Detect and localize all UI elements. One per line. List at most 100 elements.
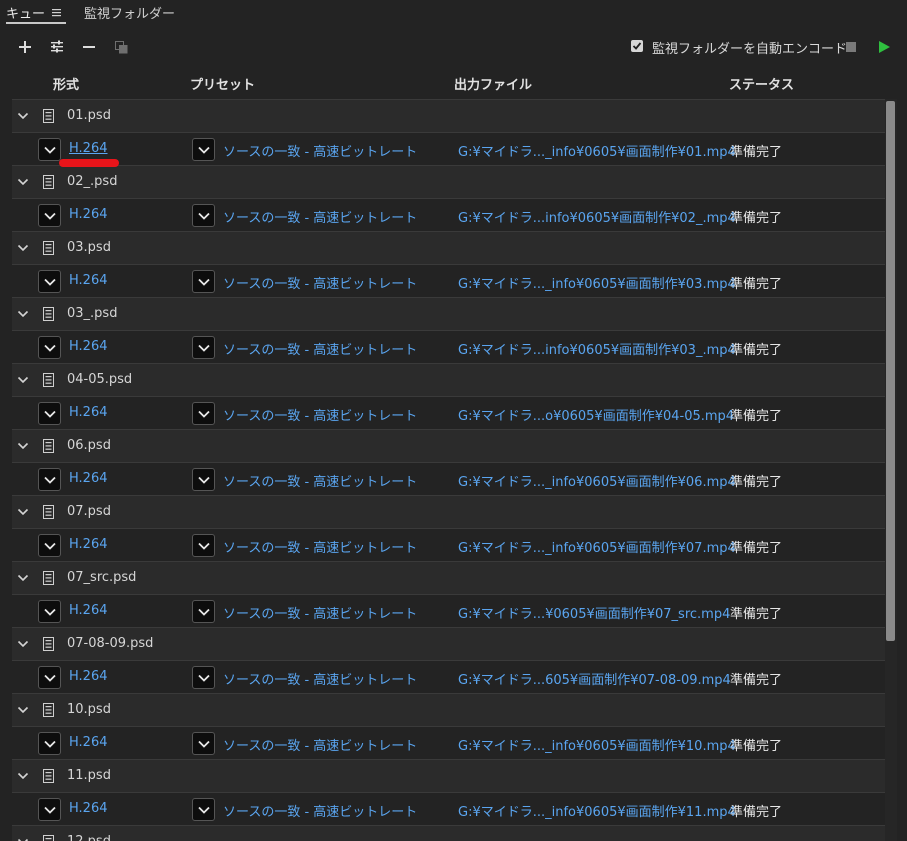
preset-dropdown-button[interactable] — [192, 534, 215, 557]
chevron-down-icon[interactable] — [17, 440, 29, 452]
chevron-down-icon[interactable] — [17, 638, 29, 650]
preset-link[interactable]: ソースの一致 - 高速ビットレート — [223, 603, 417, 622]
source-row[interactable]: 06.psd — [12, 430, 885, 463]
add-source-button[interactable] — [16, 38, 34, 56]
format-dropdown-button[interactable] — [38, 468, 61, 491]
format-link[interactable]: H.264 — [69, 405, 108, 420]
output-file-link[interactable]: G:¥マイドラ..._info¥0605¥画面制作¥03.mp4 — [458, 273, 736, 292]
format-dropdown-button[interactable] — [38, 270, 61, 293]
source-row[interactable]: 03_.psd — [12, 298, 885, 331]
output-file-link[interactable]: G:¥マイドラ..._info¥0605¥画面制作¥11.mp4 — [458, 801, 736, 820]
duplicate-button[interactable] — [112, 38, 130, 56]
source-row[interactable]: 07_src.psd — [12, 562, 885, 595]
output-row[interactable]: H.264 ソースの一致 - 高速ビットレート G:¥マイドラ...info¥060… — [12, 199, 885, 232]
source-row[interactable]: 03.psd — [12, 232, 885, 265]
preset-dropdown-button[interactable] — [192, 336, 215, 359]
output-file-link[interactable]: G:¥マイドラ...o¥0605¥画面制作¥04-05.mp4 — [458, 405, 734, 424]
format-dropdown-button[interactable] — [38, 534, 61, 557]
chevron-down-icon[interactable] — [17, 572, 29, 584]
source-row[interactable]: 02_.psd — [12, 166, 885, 199]
preset-link[interactable]: ソースの一致 - 高速ビットレート — [223, 669, 417, 688]
start-queue-button[interactable] — [875, 38, 893, 56]
format-link[interactable]: H.264 — [69, 471, 108, 486]
preset-dropdown-button[interactable] — [192, 732, 215, 755]
source-row[interactable]: 10.psd — [12, 694, 885, 727]
output-file-link[interactable]: G:¥マイドラ...605¥画面制作¥07-08-09.mp4 — [458, 669, 731, 688]
remove-button[interactable] — [80, 38, 98, 56]
format-link[interactable]: H.264 — [69, 273, 108, 288]
source-row[interactable]: 07-08-09.psd — [12, 628, 885, 661]
chevron-down-icon[interactable] — [17, 836, 29, 841]
format-link[interactable]: H.264 — [69, 669, 108, 684]
source-row[interactable]: 12.psd — [12, 826, 885, 841]
menu-icon[interactable] — [52, 6, 61, 21]
preset-dropdown-button[interactable] — [192, 798, 215, 821]
format-dropdown-button[interactable] — [38, 402, 61, 425]
source-row[interactable]: 04-05.psd — [12, 364, 885, 397]
format-link[interactable]: H.264 — [69, 537, 108, 552]
preset-link[interactable]: ソースの一致 - 高速ビットレート — [223, 537, 417, 556]
chevron-down-icon[interactable] — [17, 176, 29, 188]
chevron-down-icon[interactable] — [17, 374, 29, 386]
output-row[interactable]: H.264 ソースの一致 - 高速ビットレート G:¥マイドラ..._info¥06… — [12, 793, 885, 826]
preset-dropdown-button[interactable] — [192, 666, 215, 689]
output-file-link[interactable]: G:¥マイドラ...info¥0605¥画面制作¥02_.mp4 — [458, 207, 736, 226]
format-link[interactable]: H.264 — [69, 801, 108, 816]
format-dropdown-button[interactable] — [38, 798, 61, 821]
output-row[interactable]: H.264 ソースの一致 - 高速ビットレート G:¥マイドラ...¥0605¥画面… — [12, 595, 885, 628]
chevron-down-icon[interactable] — [17, 110, 29, 122]
output-row[interactable]: H.264 ソースの一致 - 高速ビットレート G:¥マイドラ..._info¥06… — [12, 727, 885, 760]
output-file-link[interactable]: G:¥マイドラ...info¥0605¥画面制作¥03_.mp4 — [458, 339, 736, 358]
format-link[interactable]: H.264 — [69, 339, 108, 354]
preset-link[interactable]: ソースの一致 - 高速ビットレート — [223, 405, 417, 424]
output-row[interactable]: H.264 ソースの一致 - 高速ビットレート G:¥マイドラ...605¥画面制作… — [12, 661, 885, 694]
output-row[interactable]: H.264 ソースの一致 - 高速ビットレート G:¥マイドラ..._info¥06… — [12, 463, 885, 496]
output-file-link[interactable]: G:¥マイドラ...¥0605¥画面制作¥07_src.mp4 — [458, 603, 730, 622]
format-link[interactable]: H.264 — [69, 141, 108, 156]
preset-dropdown-button[interactable] — [192, 402, 215, 425]
output-row[interactable]: H.264 ソースの一致 - 高速ビットレート G:¥マイドラ..._info¥06… — [12, 529, 885, 562]
scrollbar-thumb[interactable] — [886, 101, 895, 641]
output-row[interactable]: H.264 ソースの一致 - 高速ビットレート G:¥マイドラ...o¥0605¥画… — [12, 397, 885, 430]
header-preset[interactable]: プリセット — [190, 74, 255, 93]
source-row[interactable]: 07.psd — [12, 496, 885, 529]
preset-link[interactable]: ソースの一致 - 高速ビットレート — [223, 339, 417, 358]
output-file-link[interactable]: G:¥マイドラ..._info¥0605¥画面制作¥01.mp4 — [458, 141, 736, 160]
format-dropdown-button[interactable] — [38, 600, 61, 623]
format-dropdown-button[interactable] — [38, 732, 61, 755]
tab-watch-folder[interactable]: 監視フォルダー — [84, 3, 175, 22]
preset-link[interactable]: ソースの一致 - 高速ビットレート — [223, 735, 417, 754]
output-file-link[interactable]: G:¥マイドラ..._info¥0605¥画面制作¥06.mp4 — [458, 471, 736, 490]
chevron-down-icon[interactable] — [17, 770, 29, 782]
chevron-down-icon[interactable] — [17, 506, 29, 518]
preset-dropdown-button[interactable] — [192, 138, 215, 161]
preset-dropdown-button[interactable] — [192, 468, 215, 491]
preset-dropdown-button[interactable] — [192, 270, 215, 293]
chevron-down-icon[interactable] — [17, 242, 29, 254]
header-output[interactable]: 出力ファイル — [454, 74, 532, 93]
header-status[interactable]: ステータス — [729, 74, 794, 93]
format-dropdown-button[interactable] — [38, 138, 61, 161]
add-output-button[interactable] — [48, 38, 66, 56]
header-format[interactable]: 形式 — [53, 74, 79, 93]
output-row[interactable]: H.264 ソースの一致 - 高速ビットレート G:¥マイドラ..._info¥06… — [12, 265, 885, 298]
preset-link[interactable]: ソースの一致 - 高速ビットレート — [223, 273, 417, 292]
auto-encode-checkbox[interactable] — [631, 40, 643, 52]
chevron-down-icon[interactable] — [17, 704, 29, 716]
preset-link[interactable]: ソースの一致 - 高速ビットレート — [223, 471, 417, 490]
source-row[interactable]: 11.psd — [12, 760, 885, 793]
output-file-link[interactable]: G:¥マイドラ..._info¥0605¥画面制作¥07.mp4 — [458, 537, 736, 556]
output-row[interactable]: H.264 ソースの一致 - 高速ビットレート G:¥マイドラ..._info¥06… — [12, 133, 885, 166]
output-file-link[interactable]: G:¥マイドラ..._info¥0605¥画面制作¥10.mp4 — [458, 735, 736, 754]
format-link[interactable]: H.264 — [69, 603, 108, 618]
preset-link[interactable]: ソースの一致 - 高速ビットレート — [223, 207, 417, 226]
chevron-down-icon[interactable] — [17, 308, 29, 320]
format-dropdown-button[interactable] — [38, 336, 61, 359]
preset-link[interactable]: ソースの一致 - 高速ビットレート — [223, 141, 417, 160]
preset-dropdown-button[interactable] — [192, 600, 215, 623]
tab-queue[interactable]: キュー — [6, 3, 45, 22]
output-row[interactable]: H.264 ソースの一致 - 高速ビットレート G:¥マイドラ...info¥060… — [12, 331, 885, 364]
format-link[interactable]: H.264 — [69, 207, 108, 222]
preset-link[interactable]: ソースの一致 - 高速ビットレート — [223, 801, 417, 820]
format-dropdown-button[interactable] — [38, 204, 61, 227]
